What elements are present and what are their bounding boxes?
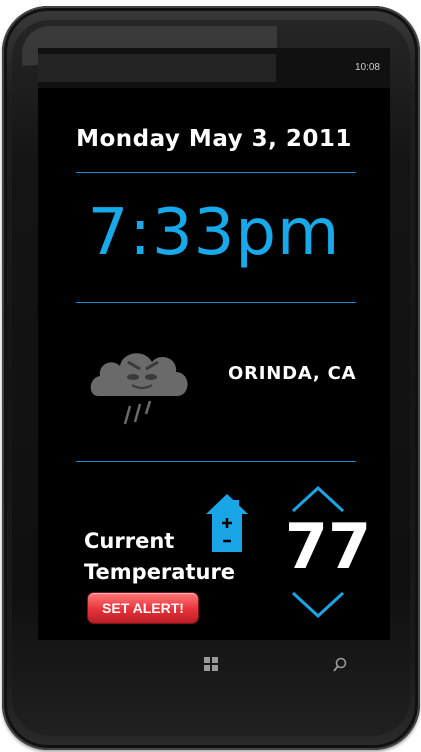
status-glare bbox=[38, 54, 276, 82]
divider-middle bbox=[76, 302, 356, 303]
status-bar: 10:08 bbox=[38, 48, 390, 88]
status-clock: 10:08 bbox=[354, 62, 380, 73]
search-icon[interactable] bbox=[333, 657, 347, 673]
divider-top bbox=[76, 172, 356, 173]
storm-cloud-rain-icon bbox=[90, 353, 188, 425]
time-label: 7:33pm bbox=[87, 196, 341, 270]
temp-label-line2: Temperature bbox=[84, 560, 236, 584]
set-alert-button[interactable]: SET ALERT! bbox=[88, 593, 198, 623]
date-label: Monday May 3, 2011 bbox=[76, 126, 352, 152]
location-label: ORINDA, CA bbox=[228, 363, 357, 384]
screen: 10:08 Monday May 3, 2011 7:33pm ORINDA, … bbox=[38, 48, 390, 640]
chevron-down-icon[interactable] bbox=[290, 590, 346, 620]
temperature-value: 77 bbox=[284, 510, 372, 583]
divider-bottom bbox=[76, 461, 356, 462]
windows-icon[interactable] bbox=[203, 656, 219, 672]
current-temperature-label: Current Temperature bbox=[84, 526, 235, 588]
temp-label-line1: Current bbox=[84, 529, 175, 553]
